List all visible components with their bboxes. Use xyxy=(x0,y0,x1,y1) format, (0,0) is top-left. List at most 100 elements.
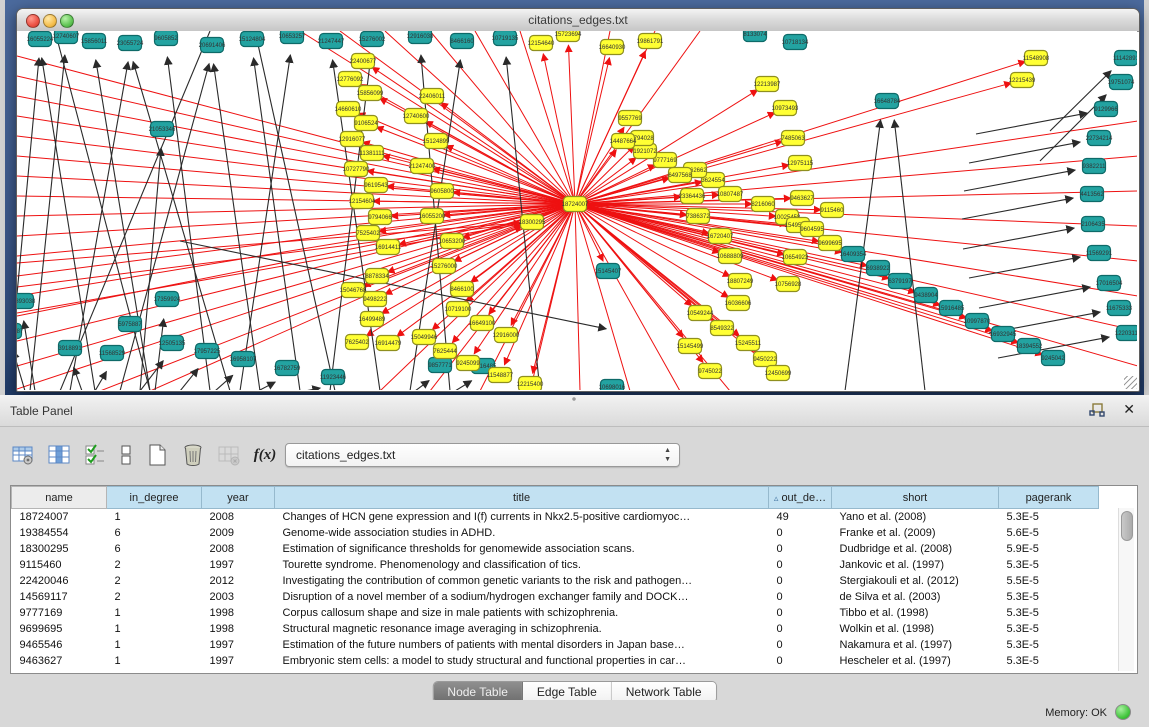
network-edge[interactable] xyxy=(215,375,233,390)
table-cell[interactable]: 1997 xyxy=(202,653,275,669)
network-node[interactable]: 11569291 xyxy=(1086,246,1113,261)
network-node[interactable]: 9794066 xyxy=(368,210,392,225)
tab-edge-table[interactable]: Edge Table xyxy=(523,682,612,702)
network-node[interactable]: 9245099 xyxy=(456,356,480,371)
network-node[interactable]: 15145499 xyxy=(677,339,704,354)
network-node[interactable]: 7386372 xyxy=(686,209,710,224)
network-node[interactable]: 10718134 xyxy=(782,35,809,50)
table-cell[interactable]: Tibbo et al. (1998) xyxy=(832,605,999,621)
table-cell[interactable]: Embryonic stem cells: a model to study s… xyxy=(275,653,769,669)
table-row[interactable]: 1456911722003Disruption of a novel membe… xyxy=(12,589,1099,605)
select-columns-icon[interactable] xyxy=(82,442,108,468)
network-node[interactable]: 19861791 xyxy=(637,34,664,49)
network-edge[interactable] xyxy=(963,228,1074,249)
network-node[interactable]: 12505135 xyxy=(159,336,186,351)
column-chooser-icon[interactable] xyxy=(46,442,72,468)
network-node[interactable]: 15276002 xyxy=(359,32,386,47)
network-node[interactable]: 12916000 xyxy=(493,328,520,343)
network-edge[interactable] xyxy=(969,257,1080,278)
network-node[interactable]: 16958107 xyxy=(230,352,257,367)
network-node[interactable]: 10698016 xyxy=(599,380,626,391)
network-node[interactable]: 11548908 xyxy=(1023,51,1050,66)
table-cell[interactable]: 5.9E-5 xyxy=(999,541,1099,557)
table-cell[interactable]: 1 xyxy=(107,653,202,669)
network-node[interactable]: 15124899 xyxy=(423,134,450,149)
network-node[interactable]: 16055200 xyxy=(419,209,446,224)
network-node[interactable]: 12916038 xyxy=(407,31,434,44)
table-cell[interactable]: 0 xyxy=(769,653,832,669)
network-node[interactable]: 15046768 xyxy=(340,283,367,298)
network-node[interactable]: 10653257 xyxy=(279,31,306,44)
network-node[interactable]: 9605852 xyxy=(154,31,178,46)
network-node[interactable]: 16782759 xyxy=(274,361,301,376)
network-edge[interactable] xyxy=(180,369,198,390)
table-row[interactable]: 969969511998Structural magnetic resonanc… xyxy=(12,621,1099,637)
table-cell[interactable]: 2 xyxy=(107,557,202,573)
network-node[interactable]: 10719135 xyxy=(492,31,519,46)
network-node[interactable]: 6497568 xyxy=(668,168,692,183)
table-cell[interactable]: 0 xyxy=(769,605,832,621)
network-edge[interactable] xyxy=(254,58,300,390)
network-node[interactable]: 16409354 xyxy=(840,247,867,262)
network-node[interactable]: 19751074 xyxy=(1108,75,1135,90)
table-cell[interactable]: 49 xyxy=(769,509,832,526)
table-cell[interactable]: 5.3E-5 xyxy=(999,621,1099,637)
table-cell[interactable]: 19384554 xyxy=(12,525,107,541)
network-node[interactable]: 17016504 xyxy=(1096,276,1123,291)
table-cell[interactable]: Investigating the contribution of common… xyxy=(275,573,769,589)
column-header-in_degree[interactable]: in_degree xyxy=(107,487,202,509)
table-cell[interactable]: 9777169 xyxy=(12,605,107,621)
network-edge[interactable] xyxy=(305,388,320,390)
network-node[interactable]: 9438904 xyxy=(914,288,938,303)
network-node[interactable]: 22400677 xyxy=(350,54,377,69)
network-edge[interactable] xyxy=(17,351,25,390)
network-edge[interactable] xyxy=(17,56,575,204)
network-node[interactable]: 12154640 xyxy=(528,36,555,51)
network-node[interactable]: 22406011 xyxy=(419,89,446,104)
network-node[interactable]: 8878334 xyxy=(365,269,389,284)
table-cell[interactable]: Corpus callosum shape and size in male p… xyxy=(275,605,769,621)
import-table-icon[interactable] xyxy=(216,442,242,468)
network-node[interactable]: 9745022 xyxy=(698,364,722,379)
network-node[interactable]: 9382211 xyxy=(1083,159,1107,174)
table-cell[interactable]: Estimation of the future numbers of pati… xyxy=(275,637,769,653)
network-node[interactable]: 8466160 xyxy=(450,34,474,49)
column-header-pagerank[interactable]: pagerank xyxy=(999,487,1099,509)
network-node[interactable]: 18724007 xyxy=(562,197,589,212)
new-table-icon[interactable] xyxy=(144,442,170,468)
network-node[interactable]: 15276000 xyxy=(431,259,458,274)
table-cell[interactable]: 18300295 xyxy=(12,541,107,557)
network-node[interactable]: 16914411 xyxy=(375,240,402,255)
network-node[interactable]: 14660610 xyxy=(335,102,362,117)
table-row[interactable]: 946554611997Estimation of the future num… xyxy=(12,637,1099,653)
table-scrollbar[interactable] xyxy=(1118,508,1134,671)
network-node[interactable]: 16648784 xyxy=(874,94,901,109)
network-edge[interactable] xyxy=(964,170,1075,191)
network-node[interactable]: 21247447 xyxy=(318,34,345,49)
network-edge[interactable] xyxy=(969,142,1080,163)
network-node[interactable]: 9557769 xyxy=(618,111,642,126)
table-cell[interactable]: 1 xyxy=(107,605,202,621)
network-node[interactable]: 16640930 xyxy=(599,40,626,55)
table-cell[interactable]: Genome-wide association studies in ADHD. xyxy=(275,525,769,541)
table-cell[interactable]: 1 xyxy=(107,621,202,637)
table-cell[interactable]: Dudbridge et al. (2008) xyxy=(832,541,999,557)
table-cell[interactable]: 1997 xyxy=(202,637,275,653)
network-node[interactable]: 10719100 xyxy=(445,302,472,317)
panel-divider-handle[interactable] xyxy=(566,396,582,402)
network-node[interactable]: 9115460 xyxy=(821,203,845,218)
table-cell[interactable]: 5.6E-5 xyxy=(999,525,1099,541)
table-cell[interactable]: 22420046 xyxy=(12,573,107,589)
table-cell[interactable]: 9115460 xyxy=(12,557,107,573)
table-cell[interactable]: Stergiakouli et al. (2012) xyxy=(832,573,999,589)
table-cell[interactable]: 1 xyxy=(107,509,202,526)
table-cell[interactable]: 2008 xyxy=(202,509,275,526)
network-node[interactable]: 21053346 xyxy=(149,122,176,137)
table-cell[interactable]: 1997 xyxy=(202,557,275,573)
network-node[interactable]: 8549322 xyxy=(710,321,734,336)
network-window-titlebar[interactable]: citations_edges.txt xyxy=(17,9,1139,32)
table-cell[interactable]: Yano et al. (2008) xyxy=(832,509,999,526)
network-node[interactable]: 15916485 xyxy=(938,301,965,316)
table-cell[interactable]: 1998 xyxy=(202,605,275,621)
network-node[interactable]: 9857771 xyxy=(428,358,452,373)
